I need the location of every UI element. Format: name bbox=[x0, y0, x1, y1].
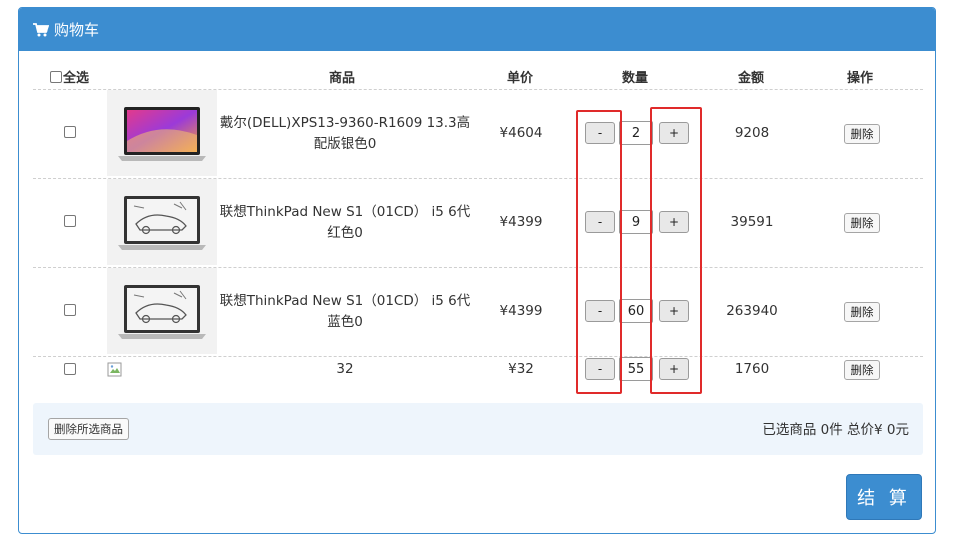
quantity-input[interactable]: 2 bbox=[619, 121, 653, 145]
shopping-cart-icon bbox=[33, 22, 49, 37]
row-checkbox[interactable] bbox=[64, 304, 76, 316]
row-checkbox[interactable] bbox=[64, 126, 76, 138]
row-checkbox[interactable] bbox=[64, 363, 76, 375]
product-image bbox=[107, 179, 217, 265]
product-name: 32 bbox=[336, 361, 354, 377]
panel-title: 购物车 bbox=[54, 21, 100, 39]
selection-summary: 已选商品 0件 总价¥ 0元 bbox=[762, 422, 909, 438]
header-actions: 操作 bbox=[847, 71, 874, 86]
quantity-input[interactable]: 60 bbox=[619, 299, 653, 323]
delete-item-button[interactable]: 删除 bbox=[844, 213, 880, 233]
product-name: 联想ThinkPad New S1（01CD） i5 6代 bbox=[219, 293, 471, 309]
row-checkbox[interactable] bbox=[64, 215, 76, 227]
delete-item-button[interactable]: 删除 bbox=[844, 302, 880, 322]
product-image bbox=[107, 90, 217, 176]
plus-column-highlight bbox=[650, 107, 702, 394]
unit-price: ¥4399 bbox=[499, 214, 543, 230]
delete-item-button[interactable]: 删除 bbox=[844, 360, 880, 380]
header-unit-price: 单价 bbox=[507, 71, 534, 86]
select-all-label: 全选 bbox=[63, 71, 90, 86]
unit-price: ¥32 bbox=[508, 361, 534, 377]
line-amount: 39591 bbox=[730, 214, 774, 230]
unit-price: ¥4604 bbox=[499, 125, 543, 141]
quantity-input[interactable]: 55 bbox=[619, 357, 653, 381]
checkout-button[interactable]: 结 算 bbox=[846, 474, 922, 520]
product-variant: 配版银色0 bbox=[313, 136, 377, 152]
select-all-checkbox[interactable] bbox=[50, 71, 62, 83]
broken-image-icon bbox=[107, 362, 123, 378]
line-amount: 9208 bbox=[734, 125, 770, 141]
quantity-input[interactable]: 9 bbox=[619, 210, 653, 234]
delete-item-button[interactable]: 删除 bbox=[844, 124, 880, 144]
cart-panel: 购物车 全选 商品 单价 数量 金额 操作 戴尔(DELL)XPS13-9360… bbox=[18, 7, 936, 534]
panel-header: 购物车 bbox=[19, 8, 935, 51]
unit-price: ¥4399 bbox=[499, 303, 543, 319]
product-name: 联想ThinkPad New S1（01CD） i5 6代 bbox=[219, 204, 471, 220]
cart-footer: 删除所选商品 已选商品 0件 总价¥ 0元 bbox=[33, 403, 923, 455]
header-amount: 金额 bbox=[738, 71, 765, 86]
delete-selected-button[interactable]: 删除所选商品 bbox=[48, 418, 129, 440]
product-variant: 蓝色0 bbox=[327, 314, 363, 330]
minus-column-highlight bbox=[576, 110, 622, 394]
product-variant: 红色0 bbox=[327, 225, 363, 241]
line-amount: 1760 bbox=[734, 361, 770, 377]
line-amount: 263940 bbox=[726, 303, 778, 319]
header-product: 商品 bbox=[329, 71, 356, 86]
product-image bbox=[107, 268, 217, 354]
header-quantity: 数量 bbox=[622, 71, 649, 86]
row-divider bbox=[33, 356, 923, 357]
product-name: 戴尔(DELL)XPS13-9360-R1609 13.3高 bbox=[219, 115, 471, 131]
